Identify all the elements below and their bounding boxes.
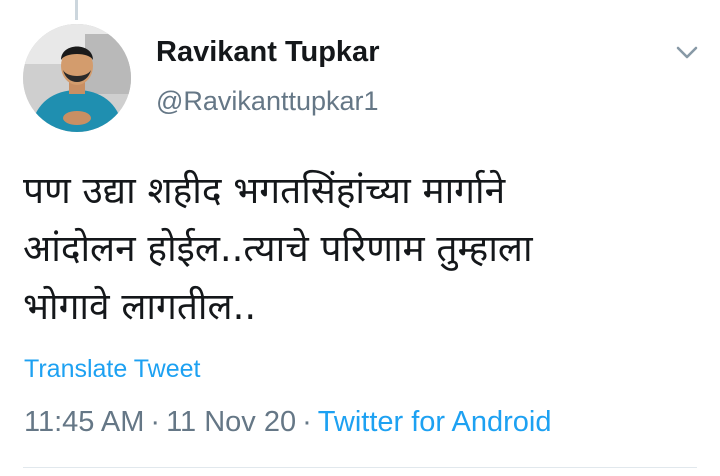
- meta-separator: ·: [302, 406, 312, 438]
- author-handle[interactable]: @Ravikanttupkar1: [156, 86, 379, 117]
- avatar-image: [23, 24, 131, 132]
- translate-tweet-link[interactable]: Translate Tweet: [24, 355, 200, 384]
- tweet-text: पण उद्या शहीद भगतसिंहांच्या मार्गाने आंद…: [23, 162, 703, 336]
- tweet-date[interactable]: 11 Nov 20: [166, 406, 296, 438]
- author-display-name[interactable]: Ravikant Tupkar: [156, 36, 379, 69]
- thread-connector-line: [75, 0, 78, 20]
- tweet-meta: 11:45 AM · 11 Nov 20 · Twitter for Android: [24, 406, 552, 439]
- avatar[interactable]: [23, 24, 131, 132]
- chevron-down-icon[interactable]: [672, 40, 702, 64]
- divider: [23, 467, 697, 468]
- meta-separator: ·: [150, 406, 161, 438]
- tweet-time[interactable]: 11:45 AM: [24, 406, 144, 438]
- tweet-line: भोगावे लागतील..: [23, 285, 257, 328]
- tweet-line: पण उद्या शहीद भगतसिंहांच्या मार्गाने: [23, 169, 506, 212]
- tweet-source-link[interactable]: Twitter for Android: [318, 406, 552, 438]
- tweet-line: आंदोलन होईल..त्याचे परिणाम तुम्हाला: [23, 227, 533, 270]
